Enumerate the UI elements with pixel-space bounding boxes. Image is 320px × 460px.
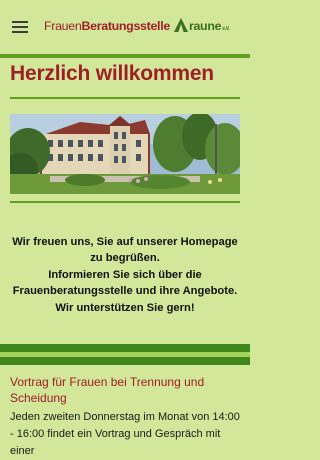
site-logo[interactable]: FrauenBeratungsstelle raunee.V.: [44, 18, 230, 38]
welcome-message: Wir freuen uns, Sie auf unserer Homepage…: [10, 234, 240, 316]
logo-ev-suffix: e.V.: [222, 26, 230, 32]
welcome-line: Wir freuen uns, Sie auf unserer Homepage…: [12, 236, 238, 265]
photo-divider: [10, 201, 240, 203]
logo-text-frauen: Frauen: [44, 19, 82, 33]
welcome-line: Wir unterstützen Sie gern!: [55, 301, 195, 314]
hamburger-menu-icon[interactable]: [12, 21, 28, 33]
header-divider: [0, 54, 250, 58]
title-divider: [10, 97, 240, 99]
section-band: [0, 357, 250, 365]
building-photo: [10, 114, 240, 194]
logo-text-beratungsstelle: Beratungsstelle: [81, 19, 170, 33]
welcome-line: Informieren Sie sich über die Frauenbera…: [12, 268, 238, 298]
logo-text-alraune: raune: [188, 19, 222, 33]
logo-a-mark-icon: [173, 18, 188, 32]
page-title: Herzlich willkommen: [10, 62, 214, 85]
news-text: Jeden zweiten Donnerstag im Monat von 14…: [10, 411, 240, 457]
section-band: [0, 344, 250, 352]
news-title-link[interactable]: Vortrag für Frauen bei Trennung und Sche…: [10, 374, 242, 406]
site-header: FrauenBeratungsstelle raunee.V.: [0, 0, 250, 54]
